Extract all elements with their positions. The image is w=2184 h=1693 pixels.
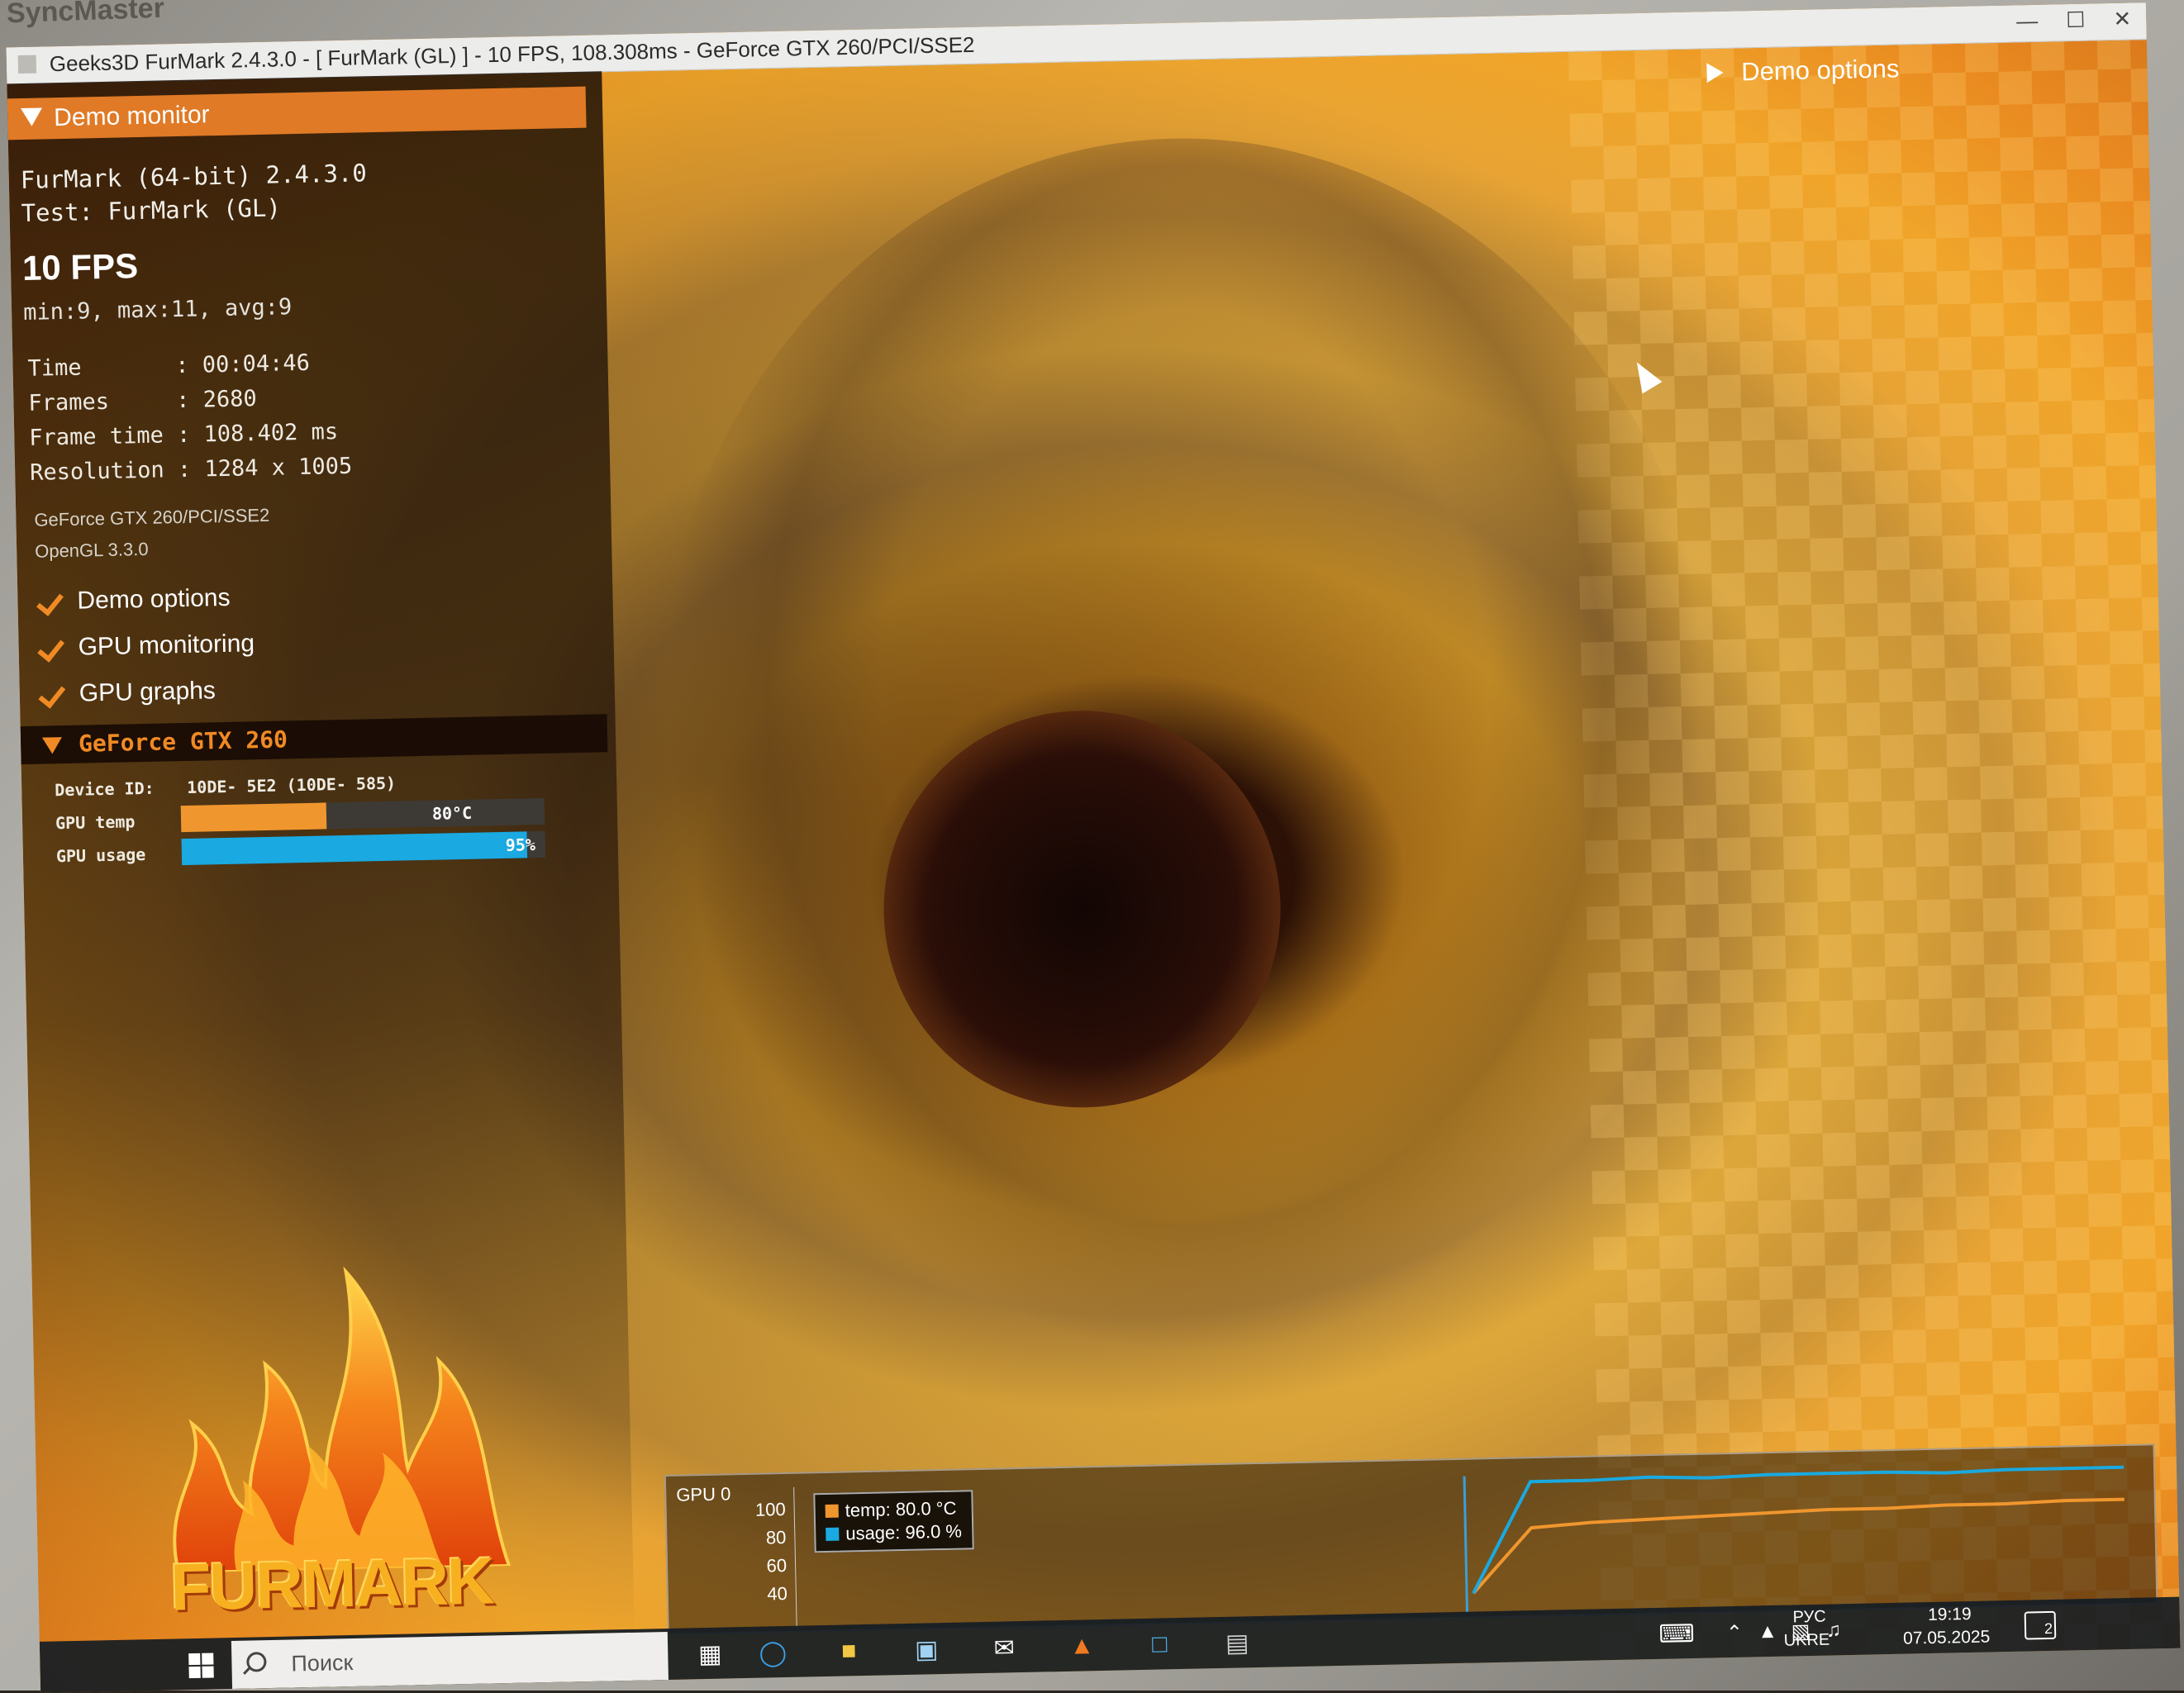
gpu-section-title: GeForce GTX 260	[78, 725, 288, 758]
gpu-usage-bar-track: 95%	[181, 830, 546, 866]
layout-indicator[interactable]: UKRE	[1783, 1631, 1830, 1651]
minimize-icon[interactable]: —	[2016, 8, 2039, 35]
taskbar-search[interactable]: Поиск	[231, 1631, 669, 1690]
option-label: GPU graphs	[79, 677, 216, 707]
stat-frame-time: Frame time : 108.402 ms	[29, 419, 339, 451]
store-icon[interactable]: ▣	[909, 1633, 944, 1667]
furmark-taskbar-icon[interactable]: ▲	[1064, 1629, 1100, 1663]
window-controls: — ☐ ✕	[2016, 6, 2132, 34]
option-label: Demo options	[77, 583, 231, 615]
edge-browser-icon[interactable]: ◯	[755, 1636, 791, 1670]
gpu-temp-value: 80°C	[431, 802, 473, 824]
window-title: Geeks3D FurMark 2.4.3.0 - [ FurMark (GL)…	[49, 31, 975, 77]
stat-time: Time : 00:04:46	[27, 350, 311, 382]
stat-resolution: Resolution : 1284 x 1005	[29, 453, 353, 486]
option-gpu-graphs[interactable]: GPU graphs	[37, 674, 216, 711]
clock-date[interactable]: 07.05.2025	[1903, 1627, 1991, 1648]
legend-item-temp: temp: 80.0 °C	[825, 1497, 961, 1523]
network-icon[interactable]: ▲	[1750, 1615, 1786, 1649]
demo-monitor-header[interactable]: Demo monitor	[7, 86, 587, 140]
option-label: GPU monitoring	[78, 630, 255, 661]
close-icon[interactable]: ✕	[2113, 6, 2131, 31]
demo-options-collapsible[interactable]: Demo options	[1706, 54, 1900, 88]
checkmark-icon	[37, 678, 69, 711]
collapse-arrow-icon	[41, 737, 63, 754]
checkmark-icon	[36, 586, 68, 618]
graph-start-marker	[1463, 1476, 1469, 1614]
app-window-icon[interactable]: □	[1142, 1628, 1178, 1662]
logo-text: FURMARK	[169, 1543, 494, 1624]
legend-label: temp: 80.0 °C	[845, 1497, 957, 1521]
chevron-up-icon[interactable]: ⌃	[1717, 1616, 1753, 1650]
series-line-0	[1472, 1497, 2125, 1595]
gpu-temp-label: GPU temp	[55, 811, 136, 834]
stat-frames: Frames : 2680	[28, 386, 258, 416]
app-version: FurMark (64-bit) 2.4.3.0	[20, 159, 368, 195]
gpu-temp-bar-track: 80°C	[180, 797, 545, 833]
bezel-brand-label: SyncMaster	[6, 0, 165, 30]
series-line-1	[1472, 1465, 2125, 1595]
fps-readout: 10 FPS	[21, 246, 139, 288]
gpu-usage-label: GPU usage	[55, 844, 146, 867]
notification-count: 2	[2044, 1619, 2053, 1638]
windows-start-icon[interactable]	[188, 1653, 214, 1679]
y-tick-label: 80	[765, 1526, 787, 1548]
keyboard-icon[interactable]: ⌨	[1658, 1617, 1695, 1651]
option-demo-options[interactable]: Demo options	[36, 582, 231, 619]
option-gpu-monitoring[interactable]: GPU monitoring	[36, 627, 255, 665]
legend-label: usage: 96.0 %	[845, 1520, 963, 1544]
app-window-icon-2[interactable]: ▤	[1220, 1626, 1255, 1660]
test-name: Test: FurMark (GL)	[21, 193, 282, 227]
task-view-icon[interactable]: ▦	[692, 1637, 728, 1671]
search-icon	[246, 1652, 267, 1672]
gpu-usage-bar-fill	[181, 831, 528, 866]
language-indicator[interactable]: РУС	[1792, 1608, 1826, 1628]
legend-swatch	[825, 1504, 839, 1518]
collapse-arrow-icon	[20, 107, 43, 126]
opengl-version: OpenGL 3.3.0	[34, 538, 149, 562]
notification-icon[interactable]: 2	[2024, 1610, 2057, 1640]
screen: Geeks3D FurMark 2.4.3.0 - [ FurMark (GL)…	[6, 2, 2181, 1693]
monitor-bezel: SyncMaster Geeks3D FurMark 2.4.3.0 - [ F…	[0, 0, 2184, 1693]
graph-legend: temp: 80.0 °C usage: 96.0 %	[813, 1490, 974, 1553]
fps-stats: min:9, max:11, avg:9	[22, 294, 293, 326]
gpu-usage-value: 95%	[505, 835, 536, 855]
y-tick-label: 100	[754, 1498, 786, 1520]
flame-icon	[173, 1266, 512, 1575]
mail-icon[interactable]: ✉	[987, 1631, 1022, 1665]
demo-options-label: Demo options	[1740, 54, 1900, 87]
y-tick-label: 60	[766, 1554, 787, 1576]
device-id-label: Device ID:	[55, 778, 155, 801]
graph-title: GPU 0	[676, 1483, 731, 1505]
device-id-value: 10DE- 5E2 (10DE- 585)	[186, 773, 397, 797]
file-explorer-icon[interactable]: ■	[831, 1634, 867, 1668]
checkmark-icon	[36, 632, 69, 664]
legend-swatch	[826, 1527, 840, 1541]
gpu-section-header[interactable]: GeForce GTX 260	[20, 714, 608, 765]
legend-item-usage: usage: 96.0 %	[826, 1520, 962, 1546]
maximize-icon[interactable]: ☐	[2066, 7, 2086, 33]
y-tick-label: 40	[767, 1582, 788, 1605]
demo-monitor-title: Demo monitor	[53, 101, 210, 132]
furmark-logo: FURMARK	[155, 1219, 526, 1639]
clock-time[interactable]: 19:19	[1928, 1605, 1972, 1625]
gpu-temp-bar-fill	[180, 802, 327, 833]
renderer-name: GeForce GTX 260/PCI/SSE2	[34, 504, 270, 530]
y-axis-line	[793, 1486, 797, 1628]
expand-arrow-icon	[1706, 62, 1724, 83]
search-placeholder: Поиск	[291, 1649, 354, 1676]
app-icon	[17, 55, 37, 74]
